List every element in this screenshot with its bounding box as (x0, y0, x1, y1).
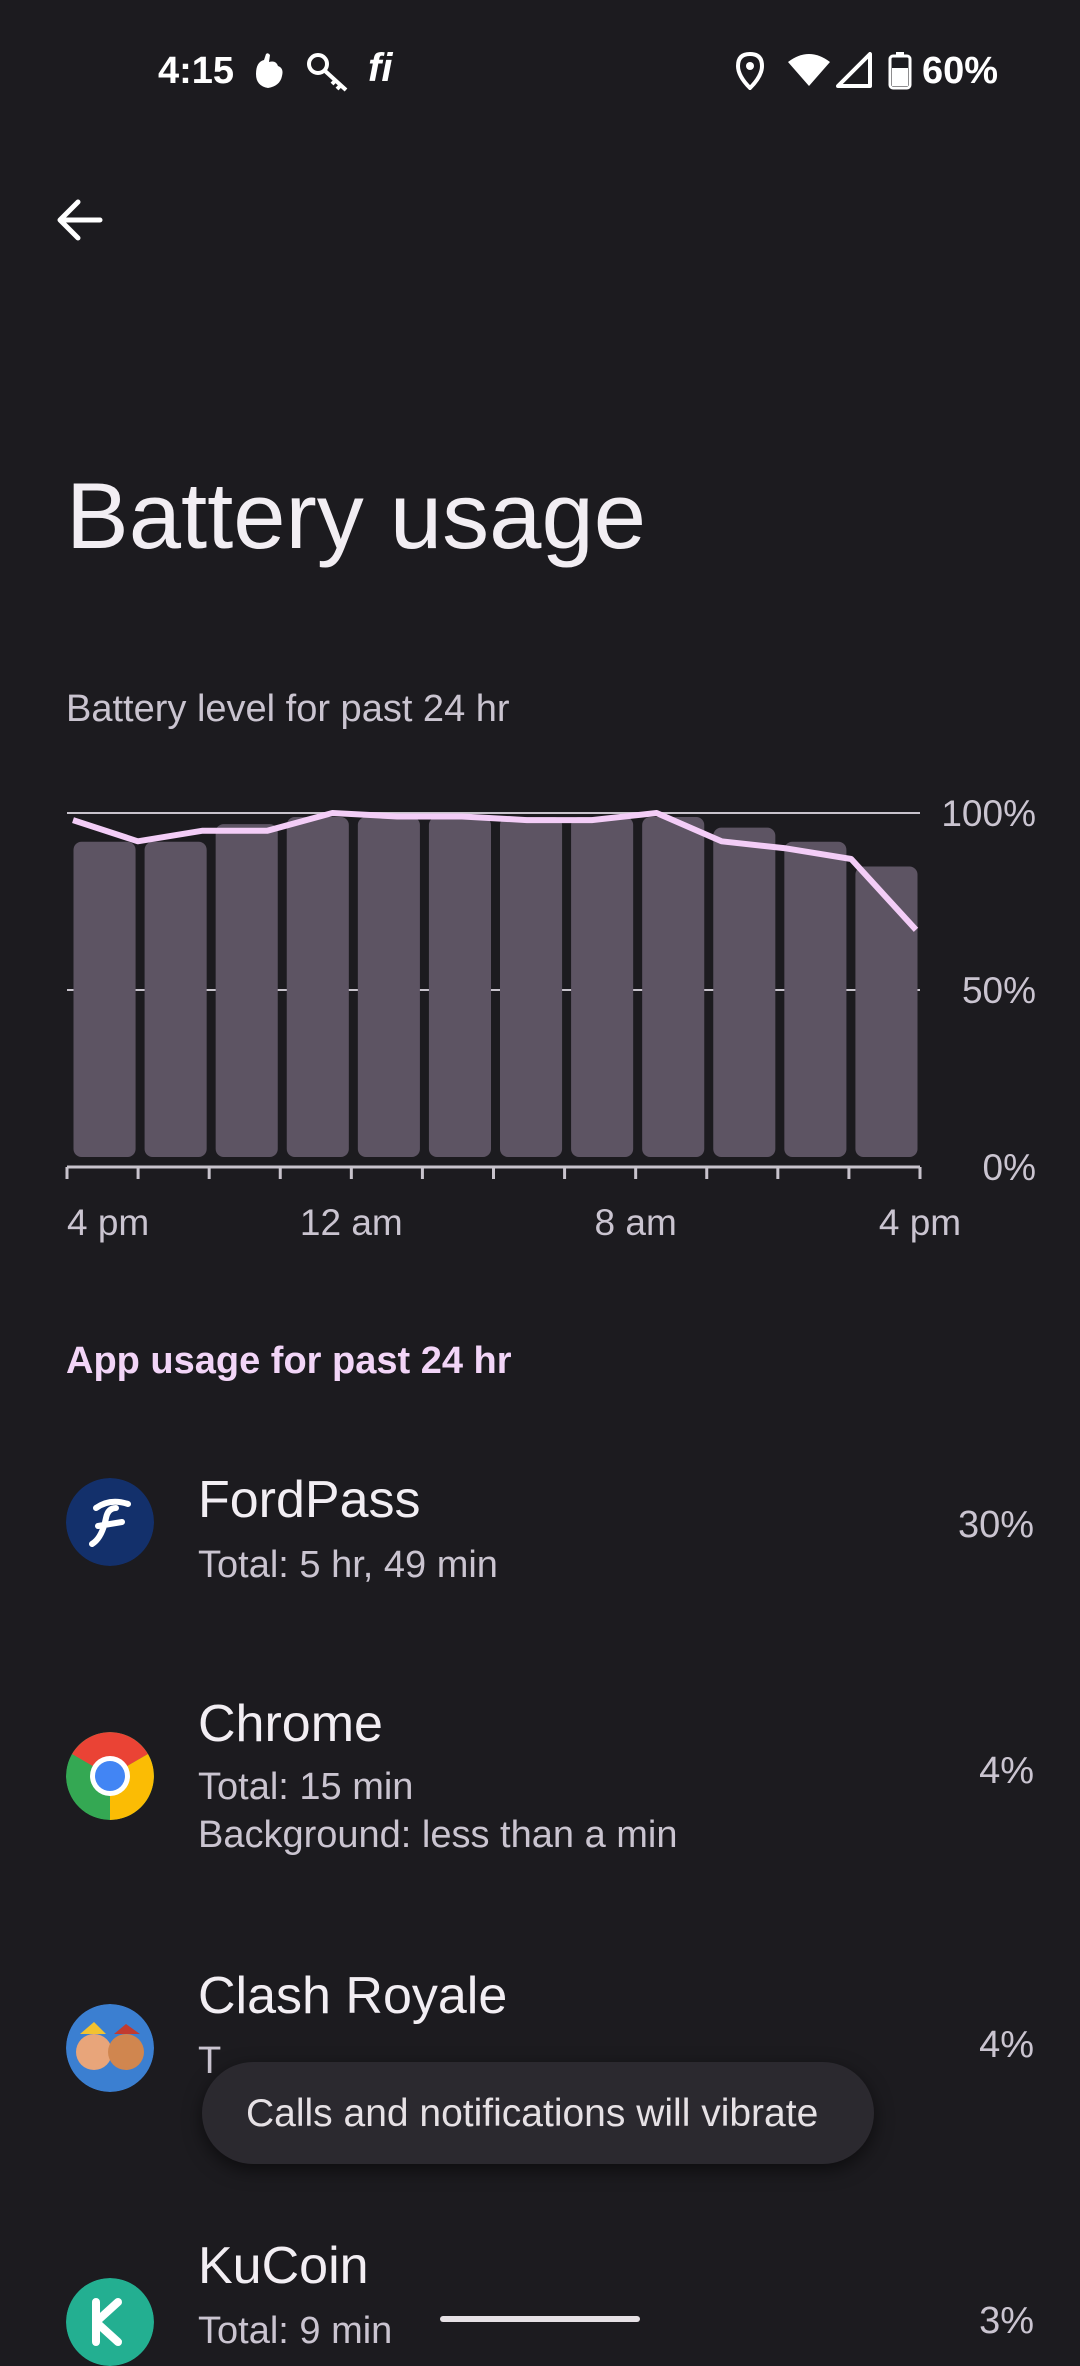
status-bar: 4:15 fi 60% (0, 0, 1080, 150)
app-usage-total: Total: 5 hr, 49 min (198, 1544, 498, 1586)
chart-x-ticks (65, 1167, 922, 1179)
status-time: 4:15 (158, 50, 235, 92)
wifi-icon (788, 54, 830, 86)
app-usage-percent: 3% (979, 2300, 1034, 2342)
app-name: Chrome (198, 1695, 383, 1753)
chart-bar (500, 817, 563, 1157)
fi-icon: fi (368, 46, 393, 90)
fordpass-app-icon (66, 1478, 154, 1566)
hand-icon (256, 53, 283, 88)
chart-bar (215, 824, 278, 1157)
chart-bars (73, 817, 918, 1157)
chart-bar (357, 817, 420, 1157)
x-tick-label: 4 pm (879, 1202, 961, 1243)
arrow-back-icon[interactable] (48, 188, 112, 252)
app-row-kucoin[interactable]: KuCoin Total: 9 min 3% (0, 2230, 1080, 2366)
app-usage-percent: 4% (979, 2024, 1034, 2066)
chart-bar (784, 841, 847, 1157)
chart-bar (73, 841, 136, 1157)
location-icon (736, 52, 764, 90)
battery-level-chart: 100% 50% 0% 4 pm 12 am 8 am 4 pm (65, 793, 1036, 1243)
y-tick-label: 50% (962, 970, 1036, 1011)
chart-bar (571, 817, 634, 1157)
app-usage-heading: App usage for past 24 hr (66, 1340, 512, 1382)
chart-subtitle: Battery level for past 24 hr (66, 688, 510, 730)
kucoin-app-icon (66, 2278, 154, 2366)
x-tick-label: 12 am (300, 1202, 403, 1243)
chart-bar (428, 817, 491, 1157)
x-tick-label: 4 pm (67, 1202, 149, 1243)
status-battery-percent: 60% (922, 50, 999, 92)
gesture-nav-handle[interactable] (440, 2316, 640, 2322)
chart-bar (642, 817, 705, 1157)
battery-icon (888, 52, 912, 90)
chart-bar (713, 827, 776, 1157)
chart-x-labels: 4 pm 12 am 8 am 4 pm (67, 1202, 961, 1243)
signal-icon (836, 52, 872, 88)
app-name: Clash Royale (198, 1967, 508, 2025)
page-title: Battery usage (66, 463, 647, 568)
chart-y-labels: 100% 50% 0% (941, 793, 1036, 1188)
clash-royale-app-icon (66, 2004, 154, 2092)
toast-notification: Calls and notifications will vibrate (202, 2062, 874, 2164)
chart-bar (144, 841, 207, 1157)
app-usage-percent: 30% (957, 1504, 1034, 1546)
toast-message: Calls and notifications will vibrate (246, 2092, 819, 2135)
app-name: FordPass (198, 1471, 421, 1529)
key-icon (307, 53, 348, 92)
app-usage-background: Background: less than a min (198, 1814, 678, 1856)
y-tick-label: 0% (983, 1147, 1036, 1188)
chrome-app-icon (66, 1732, 154, 1820)
y-tick-label: 100% (941, 793, 1036, 834)
chart-bar (286, 817, 349, 1157)
x-tick-label: 8 am (595, 1202, 677, 1243)
app-name: KuCoin (198, 2237, 369, 2295)
app-usage-total: Total: 15 min (198, 1766, 414, 1808)
app-usage-percent: 4% (979, 1750, 1034, 1792)
app-row-chrome[interactable]: Chrome Total: 15 min Background: less th… (0, 1680, 1080, 1920)
app-usage-total: Total: 9 min (198, 2310, 393, 2352)
chart-bar (855, 866, 918, 1157)
app-row-fordpass[interactable]: FordPass Total: 5 hr, 49 min 30% (0, 1450, 1080, 1650)
